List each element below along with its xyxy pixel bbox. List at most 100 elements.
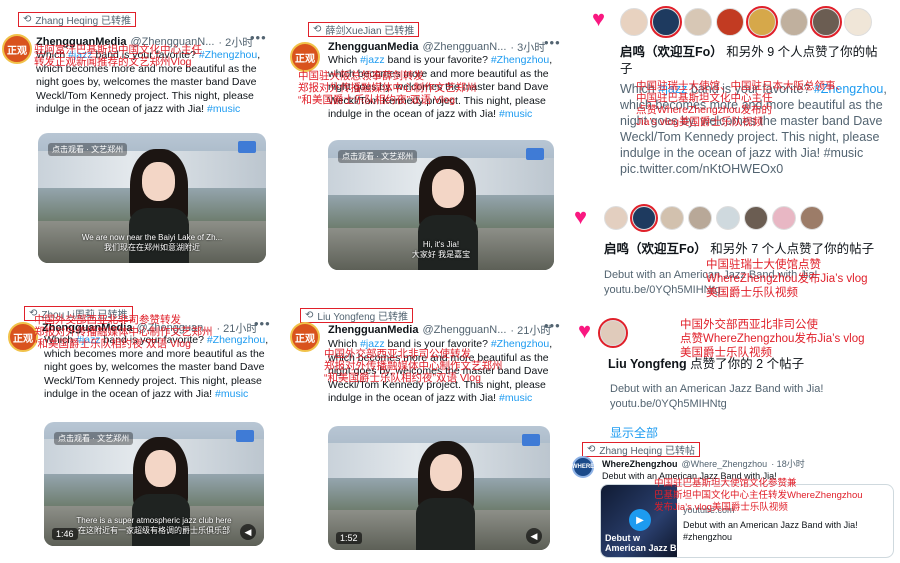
liker-avatars <box>604 204 824 232</box>
channel-logo-icon <box>236 430 254 442</box>
hashtag-music[interactable]: #music <box>499 392 532 404</box>
video-duration: 1:46 <box>52 528 78 540</box>
avatar[interactable] <box>650 6 682 38</box>
hashtag-jazz[interactable]: #jazz <box>360 54 385 66</box>
author-handle[interactable]: @Where_Zhengzhou <box>682 459 768 469</box>
thumbnail-text: Debut w American Jazz B <box>605 533 677 553</box>
actor-name[interactable]: 启鸣（欢迎互Fo） <box>604 242 707 256</box>
retweet-header: ⟲ Liu Yongfeng 已转推 <box>300 308 414 323</box>
avatar[interactable] <box>688 206 712 230</box>
heart-icon: ♥ <box>574 204 588 229</box>
play-icon[interactable]: ▶ <box>629 509 651 531</box>
video-player[interactable]: 点击观看 · 文艺郑州 There is a super atmospheric… <box>44 422 264 546</box>
tweet-card[interactable]: ⟲ Zhang Heqing 已转推 正观 ZhengguanMedia @Zh… <box>0 0 280 290</box>
annotation: 中国驻瑞士大使馆、中国驻日本大阪总领事、 中国驻巴基斯坦文化中心主任 点赞Whe… <box>636 80 846 128</box>
heart-icon: ♥ <box>578 318 592 343</box>
video-player[interactable]: 点击观看 · 文艺郑州 We are now near the Baiyi La… <box>38 133 266 263</box>
timestamp[interactable]: · 3小时 <box>510 39 545 55</box>
avatar[interactable] <box>630 204 658 232</box>
volume-icon[interactable]: ◀ <box>526 528 542 544</box>
liker-avatars <box>620 6 872 38</box>
video-duration: 1:52 <box>336 532 362 544</box>
liked-post-text[interactable]: Debut with an American Jazz Band with Ji… <box>610 382 890 412</box>
annotation: 中国外交部西亚北非司公使 点赞WhereZhengzhou发布Jia’s vlo… <box>680 319 865 359</box>
author-name[interactable]: WhereZhengzhou <box>602 459 678 469</box>
annotation: 中国驻大阪总领事薛剑转发 郑报对外传播融媒体中心制作文艺郑州 “和美国爵士乐队相… <box>298 70 477 106</box>
subtitle: We are now near the Baiyi Lake of Zh... … <box>81 232 223 252</box>
tweet-card[interactable]: ⟲ Zhou Li周莉 已转推 正观 ZhengguanMedia @Zheng… <box>0 296 280 563</box>
avatar[interactable] <box>746 6 778 38</box>
hashtag-music[interactable]: #music <box>215 388 248 400</box>
retweeter-label: Zhang Heqing 已转帖 <box>599 446 695 457</box>
hashtag-music[interactable]: #music <box>499 108 532 120</box>
hashtag-zhengzhou[interactable]: #Zhengzhou <box>491 54 549 66</box>
author-name[interactable]: ZhengguanMedia <box>328 324 418 336</box>
avatar[interactable] <box>800 206 824 230</box>
retweet-header: ⟲ Zhang Heqing 已转推 <box>18 12 136 27</box>
channel-logo-icon <box>522 434 540 446</box>
tweet-card[interactable]: ⟲ Liu Yongfeng 已转推 正观 ZhengguanMedia @Zh… <box>286 296 576 563</box>
more-horizontal-icon[interactable]: ••• <box>250 30 267 45</box>
more-horizontal-icon[interactable]: ••• <box>254 316 271 331</box>
channel-label: 点击观看 · 文艺郑州 <box>54 432 134 445</box>
retweet-icon: ⟲ <box>587 444 596 455</box>
tweet-card[interactable]: ⟲ 薛剑XueJian 已转推 正观 ZhengguanMedia @Zheng… <box>286 0 576 290</box>
retweet-header: ⟲ 薛剑XueJian 已转推 <box>308 22 420 37</box>
timestamp[interactable]: · 2小时 <box>218 34 253 50</box>
card-title: Debut with an American Jazz Band with Ji… <box>683 520 858 542</box>
avatar[interactable] <box>772 206 796 230</box>
channel-logo-icon <box>526 148 544 160</box>
annotation: 驻阿富汗巴基斯坦中国文化中心主任 转发正观新闻推荐的文艺郑州Vlog <box>34 44 202 68</box>
retweeter-label: Liu Yongfeng 已转推 <box>317 312 409 323</box>
tweet-header: WhereZhengzhou @Where_Zhengzhou · 18小时 <box>602 457 805 470</box>
avatar[interactable]: WHERE <box>572 456 594 478</box>
avatar[interactable] <box>810 6 842 38</box>
show-all-link[interactable]: 显示全部 <box>610 424 658 441</box>
annotation: 中国外交部西亚北非司公使转发 郑报对外传播融媒体中心制作文艺郑州 “和美国爵士乐… <box>324 348 503 384</box>
video-player[interactable]: 点击观看 · 文艺郑州 Hi, it's Jia! 大家好 我是嘉宝 <box>328 140 554 270</box>
subtitle: Hi, it's Jia! 大家好 我是嘉宝 <box>411 239 471 259</box>
tweet-header: ZhengguanMedia @ZhengguanN... · 3小时 <box>328 39 545 55</box>
notification-text: 启鸣（欢迎互Fo） 和另外 7 个人点赞了你的帖子 <box>604 242 875 256</box>
author-handle[interactable]: @ZhengguanN... <box>422 41 506 53</box>
avatar[interactable] <box>716 8 744 36</box>
actor-name[interactable]: 启鸣（欢迎互Fo） <box>620 45 723 59</box>
author-name[interactable]: ZhengguanMedia <box>328 41 418 53</box>
retweet-icon: ⟲ <box>23 14 32 25</box>
avatar[interactable] <box>684 8 712 36</box>
annotation: 中国外交部西亚北非司参赞转发 郑报对外传播融媒体中心制作文艺郑州 “和美国爵士乐… <box>34 314 213 350</box>
avatar[interactable] <box>780 8 808 36</box>
channel-label: 点击观看 · 文艺郑州 <box>338 150 418 163</box>
avatar[interactable] <box>844 8 872 36</box>
presenter-image <box>412 440 479 550</box>
author-handle[interactable]: @ZhengguanN... <box>422 324 506 336</box>
actor-name[interactable]: Liu Yongfeng <box>608 357 687 371</box>
timestamp[interactable]: · 18小时 <box>771 457 805 470</box>
avatar[interactable] <box>604 206 628 230</box>
avatar[interactable] <box>716 206 740 230</box>
avatar[interactable]: 正观 <box>2 34 32 64</box>
notification-text: 启鸣（欢迎互Fo） 和另外 9 个人点赞了你的帖子 <box>620 45 878 76</box>
avatar[interactable] <box>660 206 684 230</box>
avatar[interactable] <box>620 8 648 36</box>
avatar[interactable] <box>598 318 628 348</box>
retweet-icon: ⟲ <box>313 24 322 35</box>
hashtag-zhengzhou[interactable]: #Zhengzhou <box>199 49 257 61</box>
avatar[interactable]: 正观 <box>290 322 320 352</box>
annotation: 中国驻瑞士大使馆点赞 WhereZhengzhou发布Jia’s vlog 美国… <box>706 259 868 299</box>
avatar[interactable] <box>744 206 768 230</box>
retweet-header: ⟲ Zhang Heqing 已转帖 <box>582 442 700 457</box>
retweeter-label: Zhang Heqing 已转推 <box>35 16 131 27</box>
more-horizontal-icon[interactable]: ••• <box>544 35 561 50</box>
video-player[interactable]: 1:52 ◀ <box>328 426 550 550</box>
avatar[interactable]: 正观 <box>290 42 320 72</box>
volume-icon[interactable]: ◀ <box>240 524 256 540</box>
more-horizontal-icon[interactable]: ••• <box>544 318 561 333</box>
hashtag-zhengzhou[interactable]: #Zhengzhou <box>207 334 265 346</box>
retweeter-label: 薛剑XueJian 已转推 <box>325 26 415 37</box>
liker-avatars <box>598 318 628 348</box>
retweet-icon: ⟲ <box>305 310 314 321</box>
annotation: 中国驻巴基斯坦大使馆文化参赞兼 巴基斯坦中国文化中心主任转发WhereZheng… <box>654 478 863 513</box>
channel-logo-icon <box>238 141 256 153</box>
hashtag-music[interactable]: #music <box>207 103 240 115</box>
